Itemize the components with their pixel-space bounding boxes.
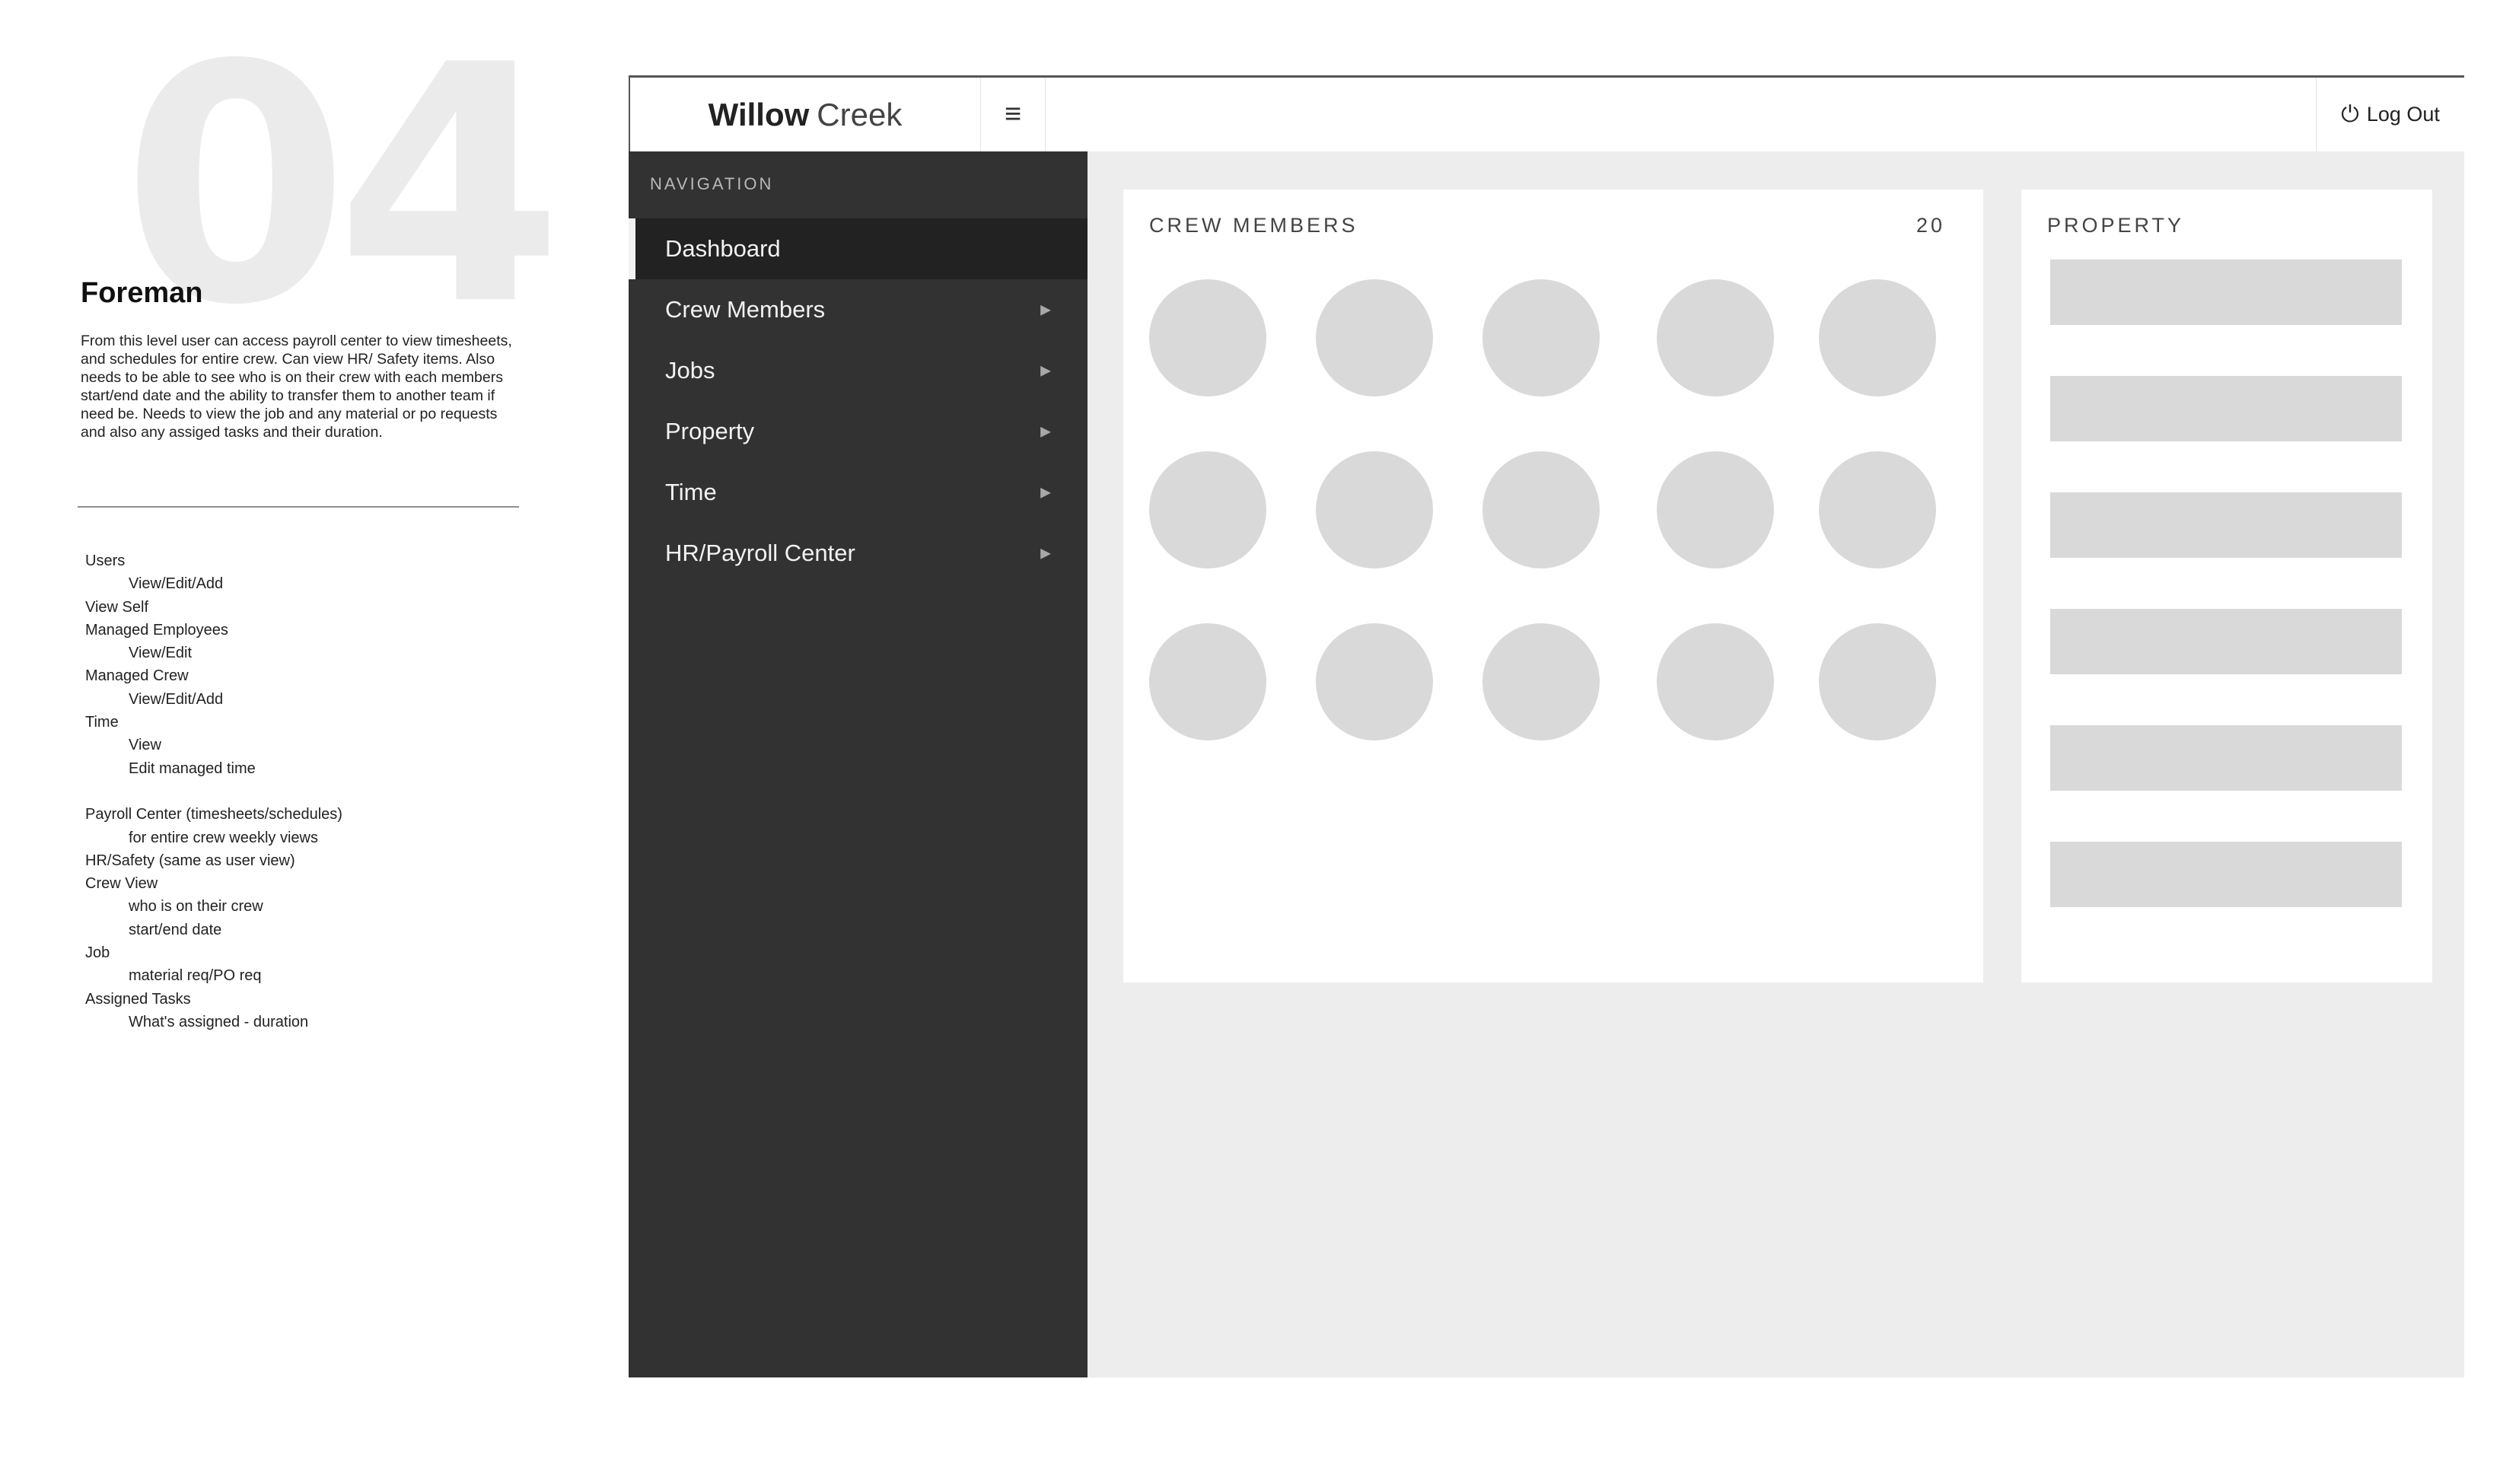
property-list-item[interactable] bbox=[2050, 842, 2402, 907]
crew-member-avatar[interactable] bbox=[1149, 623, 1266, 740]
permission-item: View bbox=[129, 737, 161, 754]
permission-item: View/Edit/Add bbox=[129, 575, 224, 593]
permission-item: View Self bbox=[85, 598, 149, 616]
nav-heading: NAVIGATION bbox=[650, 174, 774, 193]
crew-member-avatar[interactable] bbox=[1316, 279, 1433, 396]
nav-list: Dashboard Crew Members ▶ Jobs ▶ Property ▶ Time… bbox=[629, 218, 1088, 584]
permission-item: material req/PO req bbox=[129, 967, 262, 985]
brand-logo[interactable]: Willow Creek bbox=[630, 78, 980, 151]
app-window: Willow Creek ≡ ⏻ Log Out NAVIGATION Dash… bbox=[629, 75, 2464, 1377]
sidebar-item-label: Property bbox=[665, 418, 755, 444]
hamburger-icon: ≡ bbox=[1004, 98, 1022, 130]
permission-item: HR/Safety (same as user view) bbox=[85, 852, 295, 869]
permissions-list: Users View/Edit/Add View Self Managed Emplo… bbox=[85, 549, 542, 1033]
sidebar-item-label: Crew Members bbox=[665, 296, 826, 323]
crew-member-avatar[interactable] bbox=[1657, 279, 1774, 396]
permission-item: Time bbox=[85, 714, 119, 731]
divider bbox=[78, 506, 519, 508]
permission-item: View/Edit/Add bbox=[129, 690, 224, 708]
crew-member-avatar[interactable] bbox=[1482, 279, 1600, 396]
permission-item: Payroll Center (timesheets/schedules) bbox=[85, 806, 342, 823]
crew-member-avatar[interactable] bbox=[1657, 623, 1774, 740]
sidebar-item-property[interactable]: Property ▶ bbox=[629, 401, 1088, 462]
property-list-item[interactable] bbox=[2050, 492, 2402, 558]
permission-item: Job bbox=[85, 944, 110, 962]
caret-right-icon: ▶ bbox=[1040, 301, 1051, 317]
sidebar-item-crew-members[interactable]: Crew Members ▶ bbox=[629, 279, 1088, 340]
sidebar-item-label: Jobs bbox=[665, 357, 715, 384]
permission-item: Edit managed time bbox=[129, 760, 256, 777]
caret-right-icon: ▶ bbox=[1040, 484, 1051, 500]
property-list-item[interactable] bbox=[2050, 376, 2402, 441]
permission-item: Users bbox=[85, 553, 126, 569]
role-description: From this level user can access payroll … bbox=[81, 333, 512, 441]
sidebar-item-label: HR/Payroll Center bbox=[665, 540, 855, 566]
property-list-item[interactable] bbox=[2050, 725, 2402, 791]
crew-member-avatar[interactable] bbox=[1819, 279, 1936, 396]
sidebar-item-time[interactable]: Time ▶ bbox=[629, 462, 1088, 523]
brand-name-light: Creek bbox=[817, 96, 903, 132]
caret-right-icon: ▶ bbox=[1040, 362, 1051, 378]
permission-item: View/Edit bbox=[129, 645, 193, 662]
top-bar: Willow Creek ≡ ⏻ Log Out bbox=[629, 75, 2464, 151]
power-icon: ⏻ bbox=[2341, 101, 2359, 127]
crew-members-card: CREW MEMBERS 20 bbox=[1123, 189, 1983, 982]
crew-member-avatar[interactable] bbox=[1482, 451, 1600, 568]
permission-item: who is on their crew bbox=[129, 898, 263, 916]
property-list-item[interactable] bbox=[2050, 260, 2402, 325]
permission-item: for entire crew weekly views bbox=[129, 829, 318, 846]
menu-toggle-button[interactable]: ≡ bbox=[980, 78, 1046, 151]
logout-button[interactable]: ⏻ Log Out bbox=[2316, 78, 2464, 151]
sidebar-item-jobs[interactable]: Jobs ▶ bbox=[629, 340, 1088, 401]
permission-item: Managed Employees bbox=[85, 621, 228, 639]
permission-item: Crew View bbox=[85, 875, 158, 893]
role-title: Foreman bbox=[81, 277, 203, 309]
permission-item: start/end date bbox=[129, 921, 222, 938]
logout-label: Log Out bbox=[2366, 103, 2440, 126]
crew-count: 20 bbox=[1916, 214, 1945, 237]
permission-item bbox=[85, 780, 542, 803]
property-card: PROPERTY bbox=[2021, 189, 2432, 982]
permission-item: What's assigned - duration bbox=[129, 1013, 309, 1030]
crew-member-avatar[interactable] bbox=[1819, 451, 1936, 568]
crew-member-avatar[interactable] bbox=[1657, 451, 1774, 568]
crew-member-avatar[interactable] bbox=[1149, 451, 1266, 568]
caret-right-icon: ▶ bbox=[1040, 545, 1051, 561]
sidebar-item-label: Time bbox=[665, 479, 717, 505]
sidebar-item-hr-payroll-center[interactable]: HR/Payroll Center ▶ bbox=[629, 523, 1088, 584]
property-list-item[interactable] bbox=[2050, 609, 2402, 674]
crew-member-avatar[interactable] bbox=[1316, 623, 1433, 740]
sidebar-item-dashboard[interactable]: Dashboard bbox=[629, 218, 1088, 279]
permission-item: Assigned Tasks bbox=[85, 990, 191, 1008]
brand-name-bold: Willow bbox=[708, 96, 810, 132]
crew-member-avatar[interactable] bbox=[1149, 279, 1266, 396]
permission-item: Managed Crew bbox=[85, 667, 189, 685]
crew-member-avatar[interactable] bbox=[1819, 623, 1936, 740]
crew-member-avatar[interactable] bbox=[1316, 451, 1433, 568]
crew-members-heading: CREW MEMBERS bbox=[1149, 214, 1358, 237]
property-heading: PROPERTY bbox=[2047, 214, 2185, 237]
crew-member-avatar[interactable] bbox=[1482, 623, 1600, 740]
sidebar-item-label: Dashboard bbox=[665, 235, 781, 262]
sidebar: NAVIGATION Dashboard Crew Members ▶ Jobs ▶ Pr… bbox=[629, 151, 1088, 1377]
caret-right-icon: ▶ bbox=[1040, 423, 1051, 439]
